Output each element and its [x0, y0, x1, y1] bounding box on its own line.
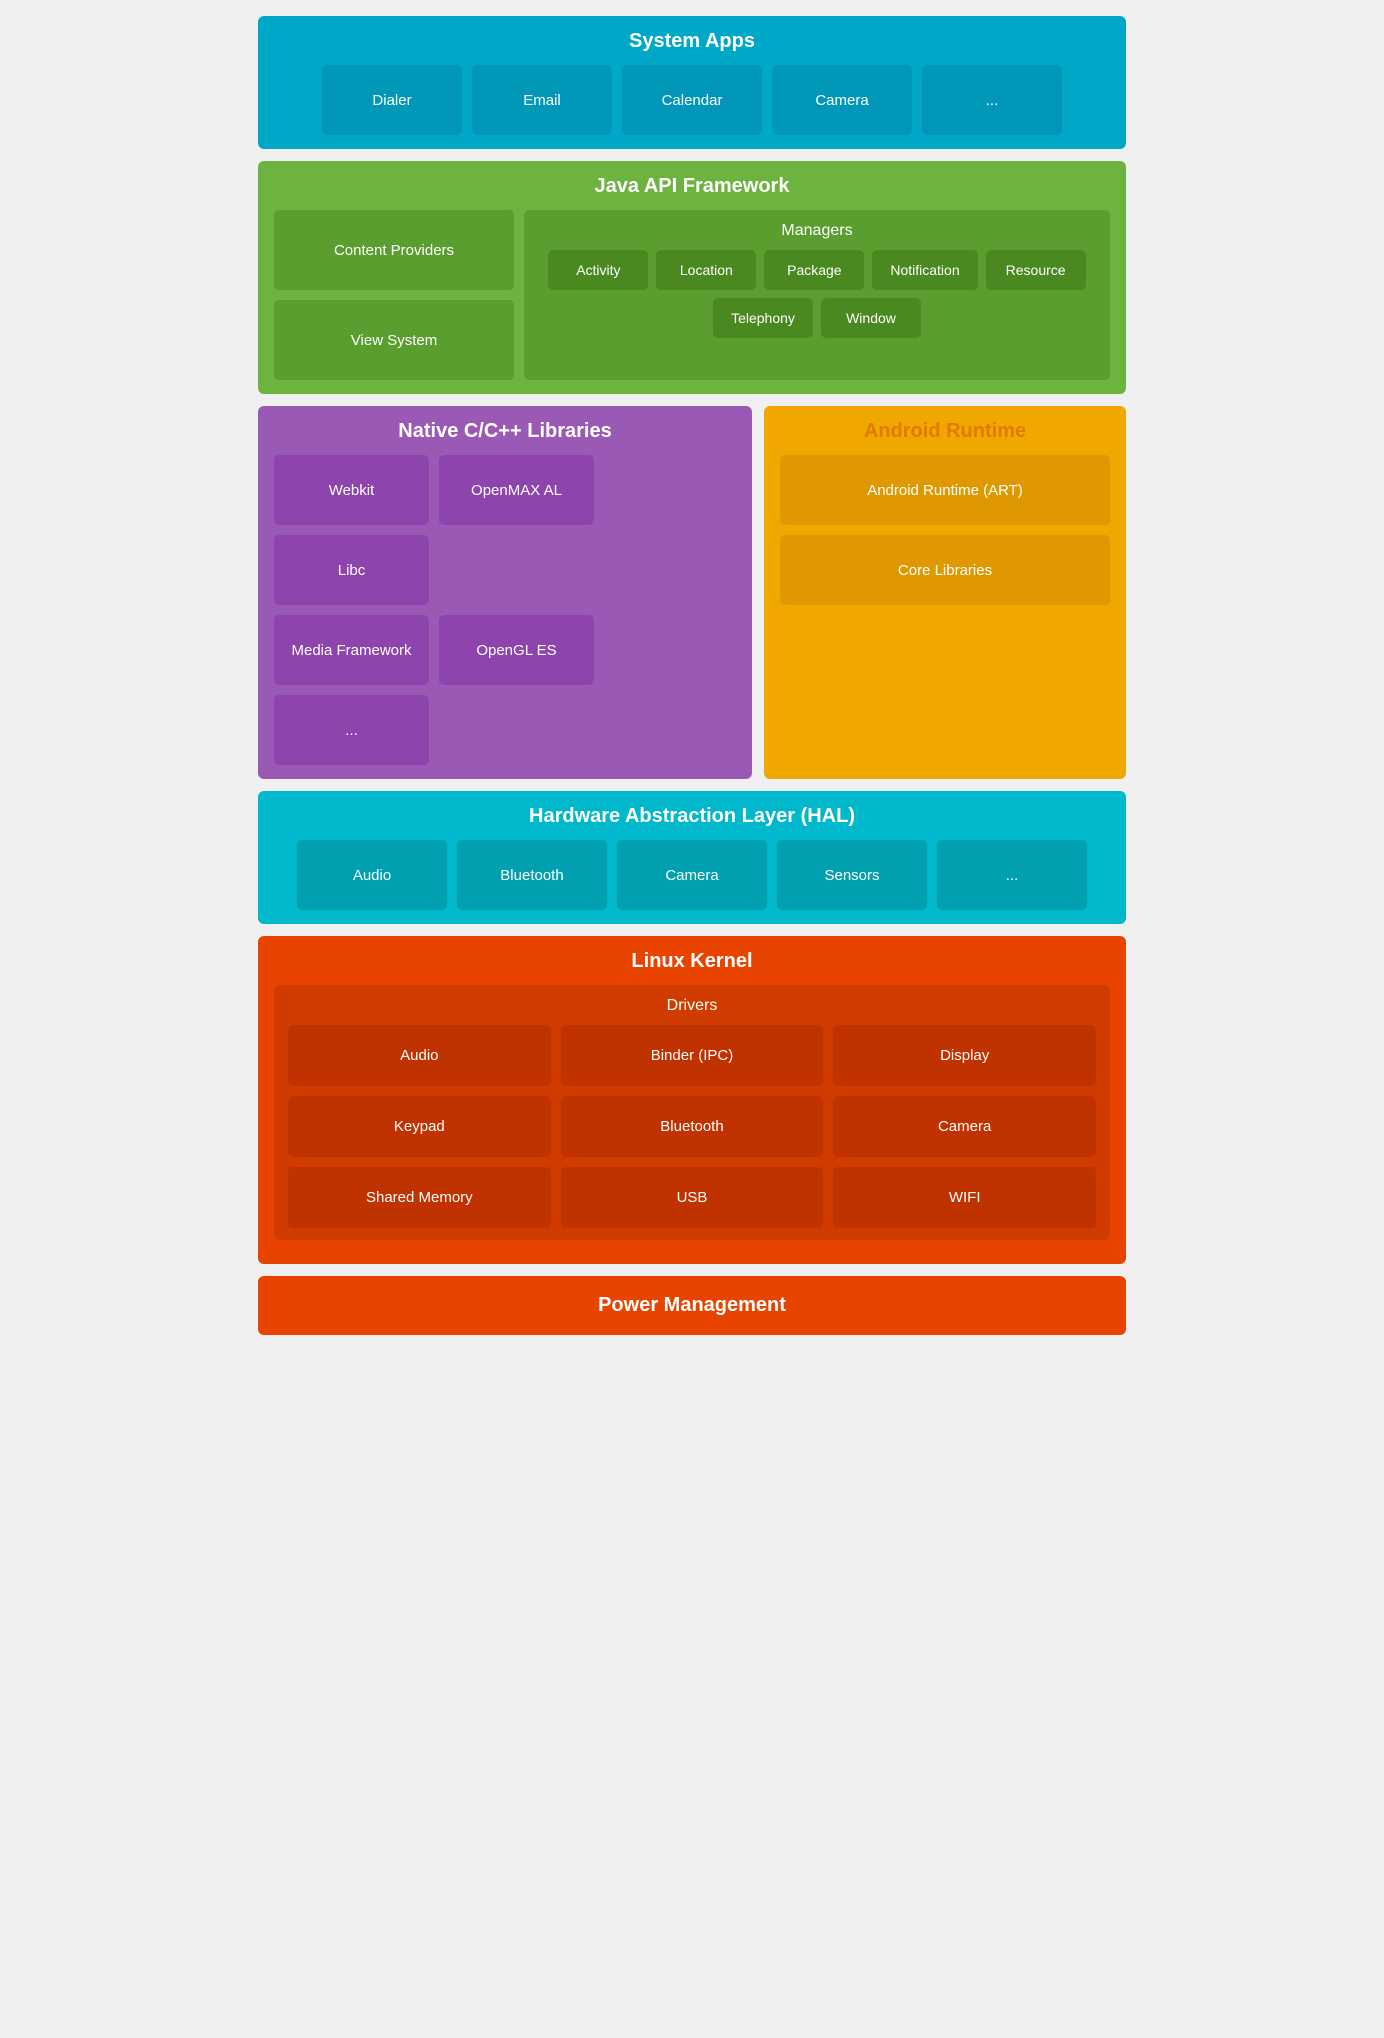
- hal-item: Sensors: [777, 840, 927, 910]
- native-item: Media Framework: [274, 615, 429, 685]
- hal-item: ...: [937, 840, 1087, 910]
- system-app-item: Camera: [772, 65, 912, 135]
- runtime-item: Core Libraries: [780, 535, 1110, 605]
- driver-item: Binder (IPC): [561, 1025, 824, 1086]
- driver-item: Audio: [288, 1025, 551, 1086]
- native-title: Native C/C++ Libraries: [274, 420, 736, 443]
- runtime-title: Android Runtime: [780, 420, 1110, 443]
- native-row2: Media FrameworkOpenGL ES...: [274, 615, 736, 765]
- drivers-box: Drivers AudioBinder (IPC)Display KeypadBl…: [274, 985, 1110, 1240]
- hal-item: Bluetooth: [457, 840, 607, 910]
- driver-item: Keypad: [288, 1096, 551, 1157]
- hal-layer: Hardware Abstraction Layer (HAL) AudioBl…: [258, 791, 1126, 924]
- java-api-left: Content Providers View System: [274, 210, 514, 380]
- hal-item: Audio: [297, 840, 447, 910]
- driver-item: Display: [833, 1025, 1096, 1086]
- native-item: OpenGL ES: [439, 615, 594, 685]
- managers-grid: ActivityLocationPackageNotificationResou…: [536, 250, 1098, 338]
- power-title: Power Management: [274, 1294, 1110, 1317]
- system-apps-items: DialerEmailCalendarCamera...: [274, 65, 1110, 135]
- hal-title: Hardware Abstraction Layer (HAL): [274, 805, 1110, 828]
- system-app-item: ...: [922, 65, 1062, 135]
- system-apps-title: System Apps: [274, 30, 1110, 53]
- native-item: OpenMAX AL: [439, 455, 594, 525]
- manager-item: Package: [764, 250, 864, 290]
- manager-item: Window: [821, 298, 921, 338]
- managers-title: Managers: [536, 222, 1098, 240]
- java-api-inner: Content Providers View System Managers A…: [274, 210, 1110, 380]
- hal-item: Camera: [617, 840, 767, 910]
- runtime-layer: Android Runtime Android Runtime (ART) Cor…: [764, 406, 1126, 779]
- manager-item: Activity: [548, 250, 648, 290]
- manager-item: Resource: [986, 250, 1086, 290]
- power-layer: Power Management: [258, 1276, 1126, 1335]
- manager-item: Location: [656, 250, 756, 290]
- runtime-item: Android Runtime (ART): [780, 455, 1110, 525]
- driver-item: USB: [561, 1167, 824, 1228]
- hal-items: AudioBluetoothCameraSensors...: [274, 840, 1110, 910]
- driver-item: WIFI: [833, 1167, 1096, 1228]
- native-item: ...: [274, 695, 429, 765]
- native-item: Libc: [274, 535, 429, 605]
- drivers-grid: AudioBinder (IPC)Display KeypadBluetoothC…: [288, 1025, 1096, 1228]
- system-app-item: Dialer: [322, 65, 462, 135]
- system-app-item: Email: [472, 65, 612, 135]
- manager-item: Notification: [872, 250, 977, 290]
- java-api-layer: Java API Framework Content Providers Vie…: [258, 161, 1126, 394]
- content-providers-box: Content Providers: [274, 210, 514, 290]
- driver-item: Bluetooth: [561, 1096, 824, 1157]
- runtime-items: Android Runtime (ART) Core Libraries: [780, 455, 1110, 605]
- native-runtime-row: Native C/C++ Libraries WebkitOpenMAX ALL…: [258, 406, 1126, 779]
- view-system-box: View System: [274, 300, 514, 380]
- native-row1: WebkitOpenMAX ALLibc: [274, 455, 736, 605]
- system-apps-layer: System Apps DialerEmailCalendarCamera...: [258, 16, 1126, 149]
- kernel-title: Linux Kernel: [274, 950, 1110, 973]
- drivers-title: Drivers: [288, 997, 1096, 1015]
- driver-item: Shared Memory: [288, 1167, 551, 1228]
- native-item: Webkit: [274, 455, 429, 525]
- native-layer: Native C/C++ Libraries WebkitOpenMAX ALL…: [258, 406, 752, 779]
- java-api-title: Java API Framework: [274, 175, 1110, 198]
- kernel-layer: Linux Kernel Drivers AudioBinder (IPC)Di…: [258, 936, 1126, 1264]
- system-app-item: Calendar: [622, 65, 762, 135]
- manager-item: Telephony: [713, 298, 813, 338]
- driver-item: Camera: [833, 1096, 1096, 1157]
- managers-section: Managers ActivityLocationPackageNotifica…: [524, 210, 1110, 380]
